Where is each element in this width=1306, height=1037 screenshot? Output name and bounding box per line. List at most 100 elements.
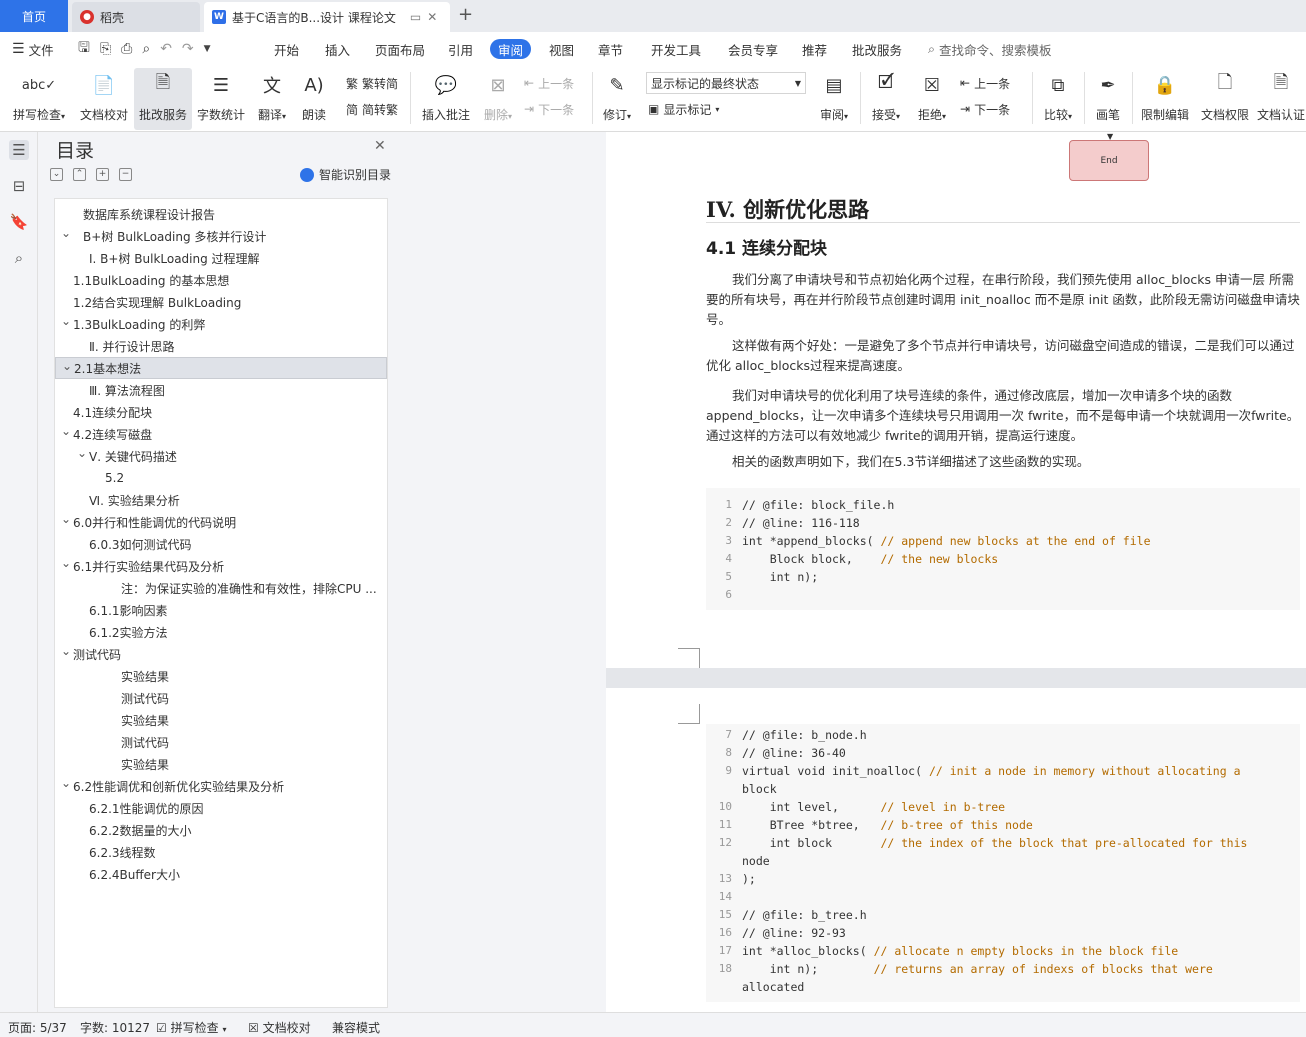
- chevron-down-icon[interactable]: ⌄: [61, 512, 71, 526]
- menu-start[interactable]: 开始: [274, 32, 299, 66]
- word-count[interactable]: 字数: 10127: [80, 1019, 150, 1036]
- toc-item[interactable]: 6.0.3如何测试代码: [55, 533, 387, 555]
- toc-item[interactable]: 测试代码: [55, 731, 387, 753]
- remove-item-icon[interactable]: −: [119, 168, 132, 181]
- preview-icon[interactable]: ⌕: [142, 41, 150, 57]
- toc-item[interactable]: 1.2结合实现理解 BulkLoading: [55, 291, 387, 313]
- toc-item[interactable]: 6.2.2数据量的大小: [55, 819, 387, 841]
- menu-view[interactable]: 视图: [549, 32, 574, 66]
- menu-file[interactable]: ☰ 文件: [12, 32, 54, 66]
- read-aloud-button[interactable]: A) 朗读: [296, 68, 332, 130]
- chevron-down-icon[interactable]: ⌄: [62, 359, 72, 373]
- toc-item[interactable]: Ⅰ. B+树 BulkLoading 过程理解: [55, 247, 387, 269]
- expand-all-icon[interactable]: ⌃: [73, 168, 86, 181]
- next-comment-button[interactable]: ⇥ 下一条: [524, 98, 574, 120]
- simp-to-trad-button[interactable]: 简简转繁: [346, 98, 398, 120]
- menu-review-service[interactable]: 批改服务: [852, 32, 902, 66]
- toc-item[interactable]: ⌄ 6.2性能调优和创新优化实验结果及分析: [55, 775, 387, 797]
- pen-button[interactable]: ✒ 画笔: [1090, 68, 1126, 130]
- toc-item[interactable]: 5.2: [55, 467, 387, 489]
- chevron-down-icon[interactable]: ⌄: [61, 776, 71, 790]
- trad-to-simp-button[interactable]: 繁繁转简: [346, 72, 398, 94]
- chevron-down-icon[interactable]: ⌄: [77, 446, 87, 460]
- chevron-down-icon[interactable]: ⌄: [61, 226, 71, 240]
- window-icon[interactable]: ▭: [410, 10, 421, 24]
- toc-item[interactable]: Ⅲ. 算法流程图: [55, 379, 387, 401]
- review-pane-button[interactable]: ▤ 审阅▾: [814, 68, 854, 130]
- toc-item[interactable]: 测试代码: [55, 687, 387, 709]
- add-item-icon[interactable]: +: [96, 168, 109, 181]
- word-count-button[interactable]: ☰ 字数统计: [194, 68, 248, 130]
- close-tab-icon[interactable]: ✕: [427, 10, 437, 24]
- status-spell-check[interactable]: ☑ 拼写检查 ▾: [156, 1019, 226, 1036]
- toc-icon[interactable]: ☰: [9, 140, 29, 160]
- toc-item[interactable]: ⌄ 4.2连续写磁盘: [55, 423, 387, 445]
- prev-change-button[interactable]: ⇤ 上一条: [960, 72, 1010, 94]
- toc-item[interactable]: ⌄ 测试代码: [55, 643, 387, 665]
- review-service-button[interactable]: 🗎 批改服务: [134, 68, 192, 130]
- print-icon[interactable]: ⎙: [121, 41, 132, 57]
- insert-comment-button[interactable]: 💬 插入批注: [418, 68, 474, 130]
- toc-item[interactable]: 实验结果: [55, 665, 387, 687]
- toc-item[interactable]: 6.1.2实验方法: [55, 621, 387, 643]
- compare-button[interactable]: ⧉ 比较▾: [1038, 68, 1078, 130]
- dropdown-icon[interactable]: ▼: [204, 44, 211, 54]
- menu-review[interactable]: 审阅: [490, 39, 532, 59]
- menu-member[interactable]: 会员专享: [728, 32, 778, 66]
- restrict-edit-button[interactable]: 🔒 限制编辑: [1138, 68, 1192, 130]
- toc-item[interactable]: 4.1连续分配块: [55, 401, 387, 423]
- prev-comment-button[interactable]: ⇤ 上一条: [524, 72, 574, 94]
- redo-icon[interactable]: ↷: [182, 41, 194, 57]
- toc-item[interactable]: ⌄ 2.1基本想法: [55, 357, 387, 379]
- show-markup-button[interactable]: ▣ 显示标记 ▾: [648, 98, 719, 120]
- toc-item[interactable]: 6.2.1性能调优的原因: [55, 797, 387, 819]
- outline-icon[interactable]: ⊟: [9, 176, 29, 196]
- accept-button[interactable]: 🗹 接受▾: [866, 68, 906, 130]
- doc-permission-button[interactable]: 🗋 文档权限: [1198, 68, 1252, 130]
- save-icon[interactable]: 🖫: [78, 37, 90, 61]
- undo-icon[interactable]: ↶: [160, 41, 172, 57]
- toc-item[interactable]: 1.1BulkLoading 的基本思想: [55, 269, 387, 291]
- toc-item[interactable]: ⌄ 6.1并行实验结果代码及分析: [55, 555, 387, 577]
- proofread-button[interactable]: 📄 文档校对: [76, 68, 132, 130]
- chevron-down-icon[interactable]: ⌄: [61, 556, 71, 570]
- menu-devtools[interactable]: 开发工具: [651, 32, 701, 66]
- toc-item[interactable]: Ⅱ. 并行设计思路: [55, 335, 387, 357]
- menu-insert[interactable]: 插入: [325, 32, 350, 66]
- status-proofread[interactable]: ☒ 文档校对: [248, 1019, 311, 1036]
- export-icon[interactable]: ⎘: [100, 41, 111, 57]
- toc-item[interactable]: 实验结果: [55, 753, 387, 775]
- smart-toc-button[interactable]: 智能识别目录: [300, 166, 391, 183]
- reject-button[interactable]: ☒ 拒绝▾: [912, 68, 952, 130]
- delete-comment-button[interactable]: ⊠ 删除▾: [478, 68, 518, 130]
- tab-daoke[interactable]: ● 稻壳: [72, 2, 200, 32]
- markup-display-select[interactable]: 显示标记的最终状态 ▼: [646, 72, 806, 94]
- track-changes-button[interactable]: ✎ 修订▾: [598, 68, 636, 130]
- collapse-all-icon[interactable]: ⌄: [50, 168, 63, 181]
- close-icon[interactable]: ✕: [374, 138, 386, 154]
- new-tab-icon[interactable]: +: [458, 4, 473, 25]
- tab-document[interactable]: W 基于C语言的B...设计 课程论文 ▭ ✕: [204, 2, 450, 32]
- toc-item[interactable]: ⌄ 6.0并行和性能调优的代码说明: [55, 511, 387, 533]
- command-search[interactable]: ⌕ 查找命令、搜索模板: [928, 32, 1052, 66]
- toc-item[interactable]: 注：为保证实验的准确性和有效性，排除CPU ...: [55, 577, 387, 599]
- toc-item[interactable]: 6.1.1影响因素: [55, 599, 387, 621]
- next-change-button[interactable]: ⇥ 下一条: [960, 98, 1010, 120]
- doc-certify-button[interactable]: 🗎 文档认证: [1256, 68, 1306, 130]
- toc-item[interactable]: 6.2.3线程数: [55, 841, 387, 863]
- tab-home[interactable]: 首页: [0, 0, 68, 32]
- toc-item[interactable]: 6.2.4Buffer大小: [55, 863, 387, 885]
- search-icon[interactable]: ⌕: [9, 248, 29, 268]
- spell-check-button[interactable]: abc✓ 拼写检查▾: [8, 68, 70, 130]
- chevron-down-icon[interactable]: ⌄: [61, 424, 71, 438]
- toc-item[interactable]: ⌄ Ⅴ. 关键代码描述: [55, 445, 387, 467]
- toc-item[interactable]: 实验结果: [55, 709, 387, 731]
- bookmark-icon[interactable]: 🔖: [9, 212, 29, 232]
- menu-recommend[interactable]: 推荐: [802, 32, 827, 66]
- page-indicator[interactable]: 页面: 5/37: [8, 1019, 67, 1036]
- toc-item[interactable]: ⌄ 1.3BulkLoading 的利弊: [55, 313, 387, 335]
- menu-chapter[interactable]: 章节: [598, 32, 623, 66]
- menu-layout[interactable]: 页面布局: [375, 32, 425, 66]
- translate-button[interactable]: 文 翻译▾: [252, 68, 292, 130]
- toc-item[interactable]: ⌄ B+树 BulkLoading 多核并行设计: [55, 225, 387, 247]
